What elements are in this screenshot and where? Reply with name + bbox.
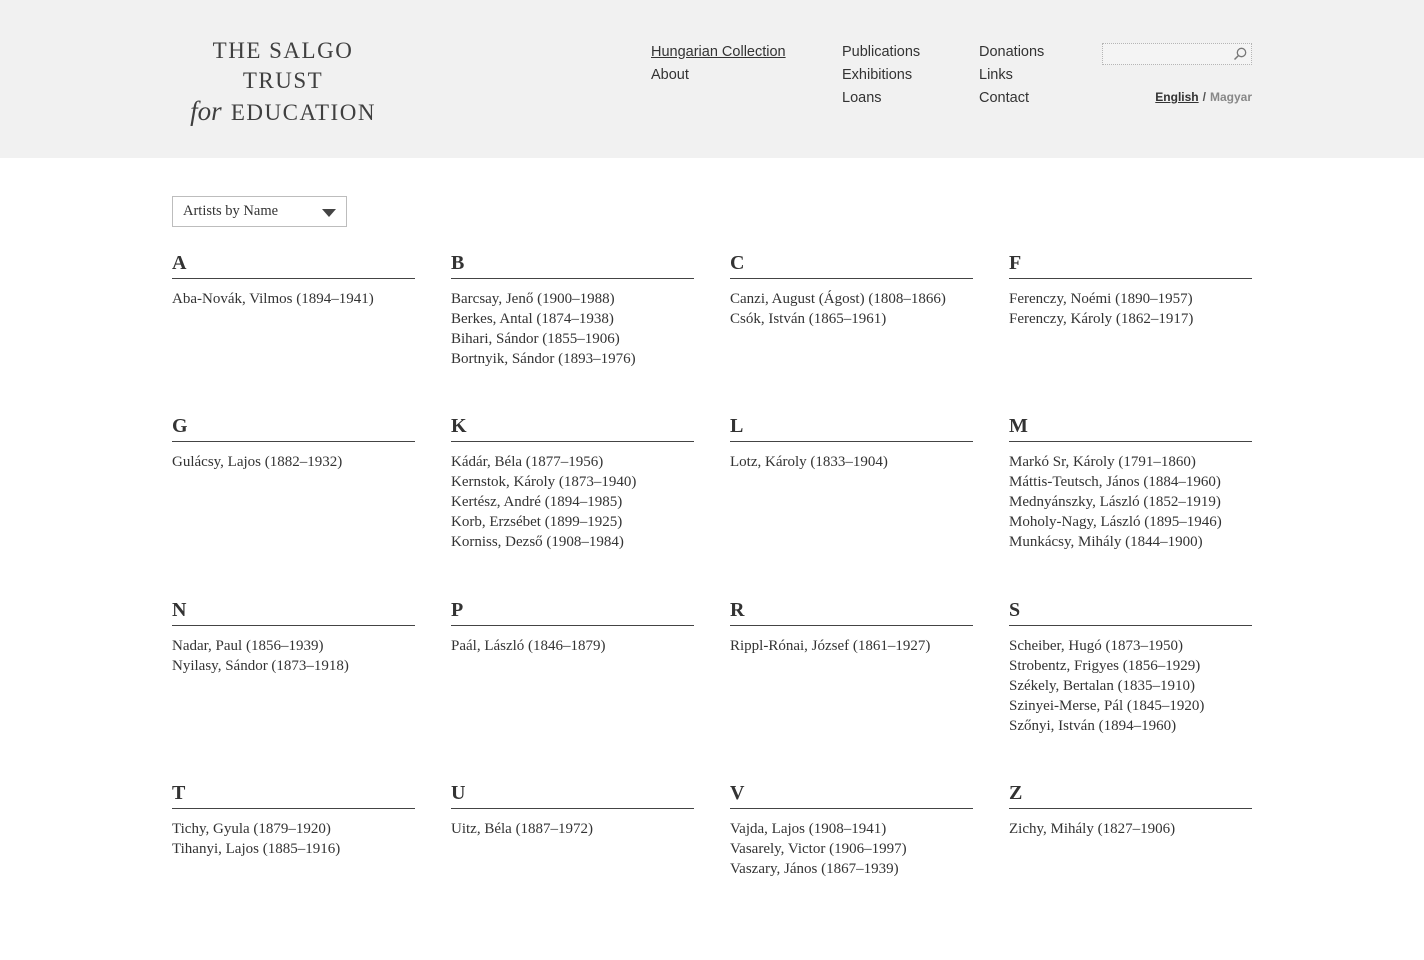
artist-link[interactable]: Bortnyik, Sándor (1893–1976) <box>451 349 694 369</box>
artist-list: Canzi, August (Ágost) (1808–1866) Csók, I… <box>730 289 973 329</box>
letter-section-v: V Vajda, Lajos (1908–1941) Vasarely, Victo… <box>730 783 973 879</box>
section-letter-heading: T <box>172 783 415 809</box>
letter-section-g: G Gulácsy, Lajos (1882–1932) <box>172 416 415 472</box>
artist-link[interactable]: Kertész, André (1894–1985) <box>451 492 694 512</box>
artist-link[interactable]: Székely, Bertalan (1835–1910) <box>1009 676 1252 696</box>
artist-list: Lotz, Károly (1833–1904) <box>730 452 973 472</box>
artist-list: Markó Sr, Károly (1791–1860) Máttis-Teuts… <box>1009 452 1252 552</box>
artist-link[interactable]: Rippl-Rónai, József (1861–1927) <box>730 636 973 656</box>
artist-link[interactable]: Berkes, Antal (1874–1938) <box>451 309 694 329</box>
letter-section-k: K Kádár, Béla (1877–1956) Kernstok, Károly… <box>451 416 694 552</box>
artist-list: Nadar, Paul (1856–1939) Nyilasy, Sándor (… <box>172 636 415 676</box>
letter-section-a: A Aba-Novák, Vilmos (1894–1941) <box>172 253 415 309</box>
letter-section-t: T Tichy, Gyula (1879–1920) Tihanyi, Lajos … <box>172 783 415 859</box>
artist-link[interactable]: Nadar, Paul (1856–1939) <box>172 636 415 656</box>
artist-link[interactable]: Zichy, Mihály (1827–1906) <box>1009 819 1252 839</box>
letter-section-r: R Rippl-Rónai, József (1861–1927) <box>730 600 973 656</box>
artist-link[interactable]: Szőnyi, István (1894–1960) <box>1009 716 1252 736</box>
artist-list: Gulácsy, Lajos (1882–1932) <box>172 452 415 472</box>
section-letter-heading: N <box>172 600 415 626</box>
artist-list: Kádár, Béla (1877–1956) Kernstok, Károly … <box>451 452 694 552</box>
artist-list: Rippl-Rónai, József (1861–1927) <box>730 636 973 656</box>
letter-section-p: P Paál, László (1846–1879) <box>451 600 694 656</box>
section-letter-heading: R <box>730 600 973 626</box>
artist-link[interactable]: Lotz, Károly (1833–1904) <box>730 452 973 472</box>
artist-link[interactable]: Moholy-Nagy, László (1895–1946) <box>1009 512 1252 532</box>
section-letter-heading: F <box>1009 253 1252 279</box>
artist-link[interactable]: Mednyánszky, László (1852–1919) <box>1009 492 1252 512</box>
artist-list: Scheiber, Hugó (1873–1950) Strobentz, Fri… <box>1009 636 1252 736</box>
artist-link[interactable]: Máttis-Teutsch, János (1884–1960) <box>1009 472 1252 492</box>
section-letter-heading: A <box>172 253 415 279</box>
artist-link[interactable]: Vasarely, Victor (1906–1997) <box>730 839 973 859</box>
artist-list: Vajda, Lajos (1908–1941) Vasarely, Victor… <box>730 819 973 879</box>
artist-link[interactable]: Markó Sr, Károly (1791–1860) <box>1009 452 1252 472</box>
artist-link[interactable]: Korniss, Dezső (1908–1984) <box>451 532 694 552</box>
artist-link[interactable]: Scheiber, Hugó (1873–1950) <box>1009 636 1252 656</box>
letter-section-z: Z Zichy, Mihály (1827–1906) <box>1009 783 1252 839</box>
artist-link[interactable]: Ferenczy, Noémi (1890–1957) <box>1009 289 1252 309</box>
artist-link[interactable]: Tichy, Gyula (1879–1920) <box>172 819 415 839</box>
section-letter-heading: S <box>1009 600 1252 626</box>
artist-list: Ferenczy, Noémi (1890–1957) Ferenczy, Kár… <box>1009 289 1252 329</box>
artist-list: Barcsay, Jenő (1900–1988) Berkes, Antal (… <box>451 289 694 369</box>
artist-link[interactable]: Munkácsy, Mihály (1844–1900) <box>1009 532 1252 552</box>
letter-section-n: N Nadar, Paul (1856–1939) Nyilasy, Sándor … <box>172 600 415 676</box>
artist-list: Aba-Novák, Vilmos (1894–1941) <box>172 289 415 309</box>
artist-link[interactable]: Barcsay, Jenő (1900–1988) <box>451 289 694 309</box>
letter-section-b: B Barcsay, Jenő (1900–1988) Berkes, Antal … <box>451 253 694 369</box>
artist-link[interactable]: Strobentz, Frigyes (1856–1929) <box>1009 656 1252 676</box>
artist-link[interactable]: Aba-Novák, Vilmos (1894–1941) <box>172 289 415 309</box>
letter-section-l: L Lotz, Károly (1833–1904) <box>730 416 973 472</box>
artist-index: A Aba-Novák, Vilmos (1894–1941) B Barcsay, … <box>0 0 1424 960</box>
artist-link[interactable]: Paál, László (1846–1879) <box>451 636 694 656</box>
section-letter-heading: V <box>730 783 973 809</box>
section-letter-heading: B <box>451 253 694 279</box>
artist-link[interactable]: Tihanyi, Lajos (1885–1916) <box>172 839 415 859</box>
artist-link[interactable]: Szinyei-Merse, Pál (1845–1920) <box>1009 696 1252 716</box>
artist-list: Tichy, Gyula (1879–1920) Tihanyi, Lajos (… <box>172 819 415 859</box>
section-letter-heading: C <box>730 253 973 279</box>
artist-link[interactable]: Kernstok, Károly (1873–1940) <box>451 472 694 492</box>
artist-list: Paál, László (1846–1879) <box>451 636 694 656</box>
section-letter-heading: K <box>451 416 694 442</box>
letter-section-s: S Scheiber, Hugó (1873–1950) Strobentz, Fr… <box>1009 600 1252 736</box>
section-letter-heading: G <box>172 416 415 442</box>
section-letter-heading: L <box>730 416 973 442</box>
artist-link[interactable]: Gulácsy, Lajos (1882–1932) <box>172 452 415 472</box>
artist-link[interactable]: Nyilasy, Sándor (1873–1918) <box>172 656 415 676</box>
artist-link[interactable]: Csók, István (1865–1961) <box>730 309 973 329</box>
letter-section-f: F Ferenczy, Noémi (1890–1957) Ferenczy, Ká… <box>1009 253 1252 329</box>
artist-list: Zichy, Mihály (1827–1906) <box>1009 819 1252 839</box>
artist-link[interactable]: Uitz, Béla (1887–1972) <box>451 819 694 839</box>
section-letter-heading: P <box>451 600 694 626</box>
letter-section-c: C Canzi, August (Ágost) (1808–1866) Csók, … <box>730 253 973 329</box>
artist-link[interactable]: Vaszary, János (1867–1939) <box>730 859 973 879</box>
section-letter-heading: Z <box>1009 783 1252 809</box>
artist-list: Uitz, Béla (1887–1972) <box>451 819 694 839</box>
section-letter-heading: U <box>451 783 694 809</box>
artist-link[interactable]: Korb, Erzsébet (1899–1925) <box>451 512 694 532</box>
letter-section-m: M Markó Sr, Károly (1791–1860) Máttis-Teut… <box>1009 416 1252 552</box>
artist-link[interactable]: Vajda, Lajos (1908–1941) <box>730 819 973 839</box>
letter-section-u: U Uitz, Béla (1887–1972) <box>451 783 694 839</box>
artist-link[interactable]: Kádár, Béla (1877–1956) <box>451 452 694 472</box>
artist-link[interactable]: Canzi, August (Ágost) (1808–1866) <box>730 289 973 309</box>
artist-link[interactable]: Bihari, Sándor (1855–1906) <box>451 329 694 349</box>
section-letter-heading: M <box>1009 416 1252 442</box>
artist-link[interactable]: Ferenczy, Károly (1862–1917) <box>1009 309 1252 329</box>
